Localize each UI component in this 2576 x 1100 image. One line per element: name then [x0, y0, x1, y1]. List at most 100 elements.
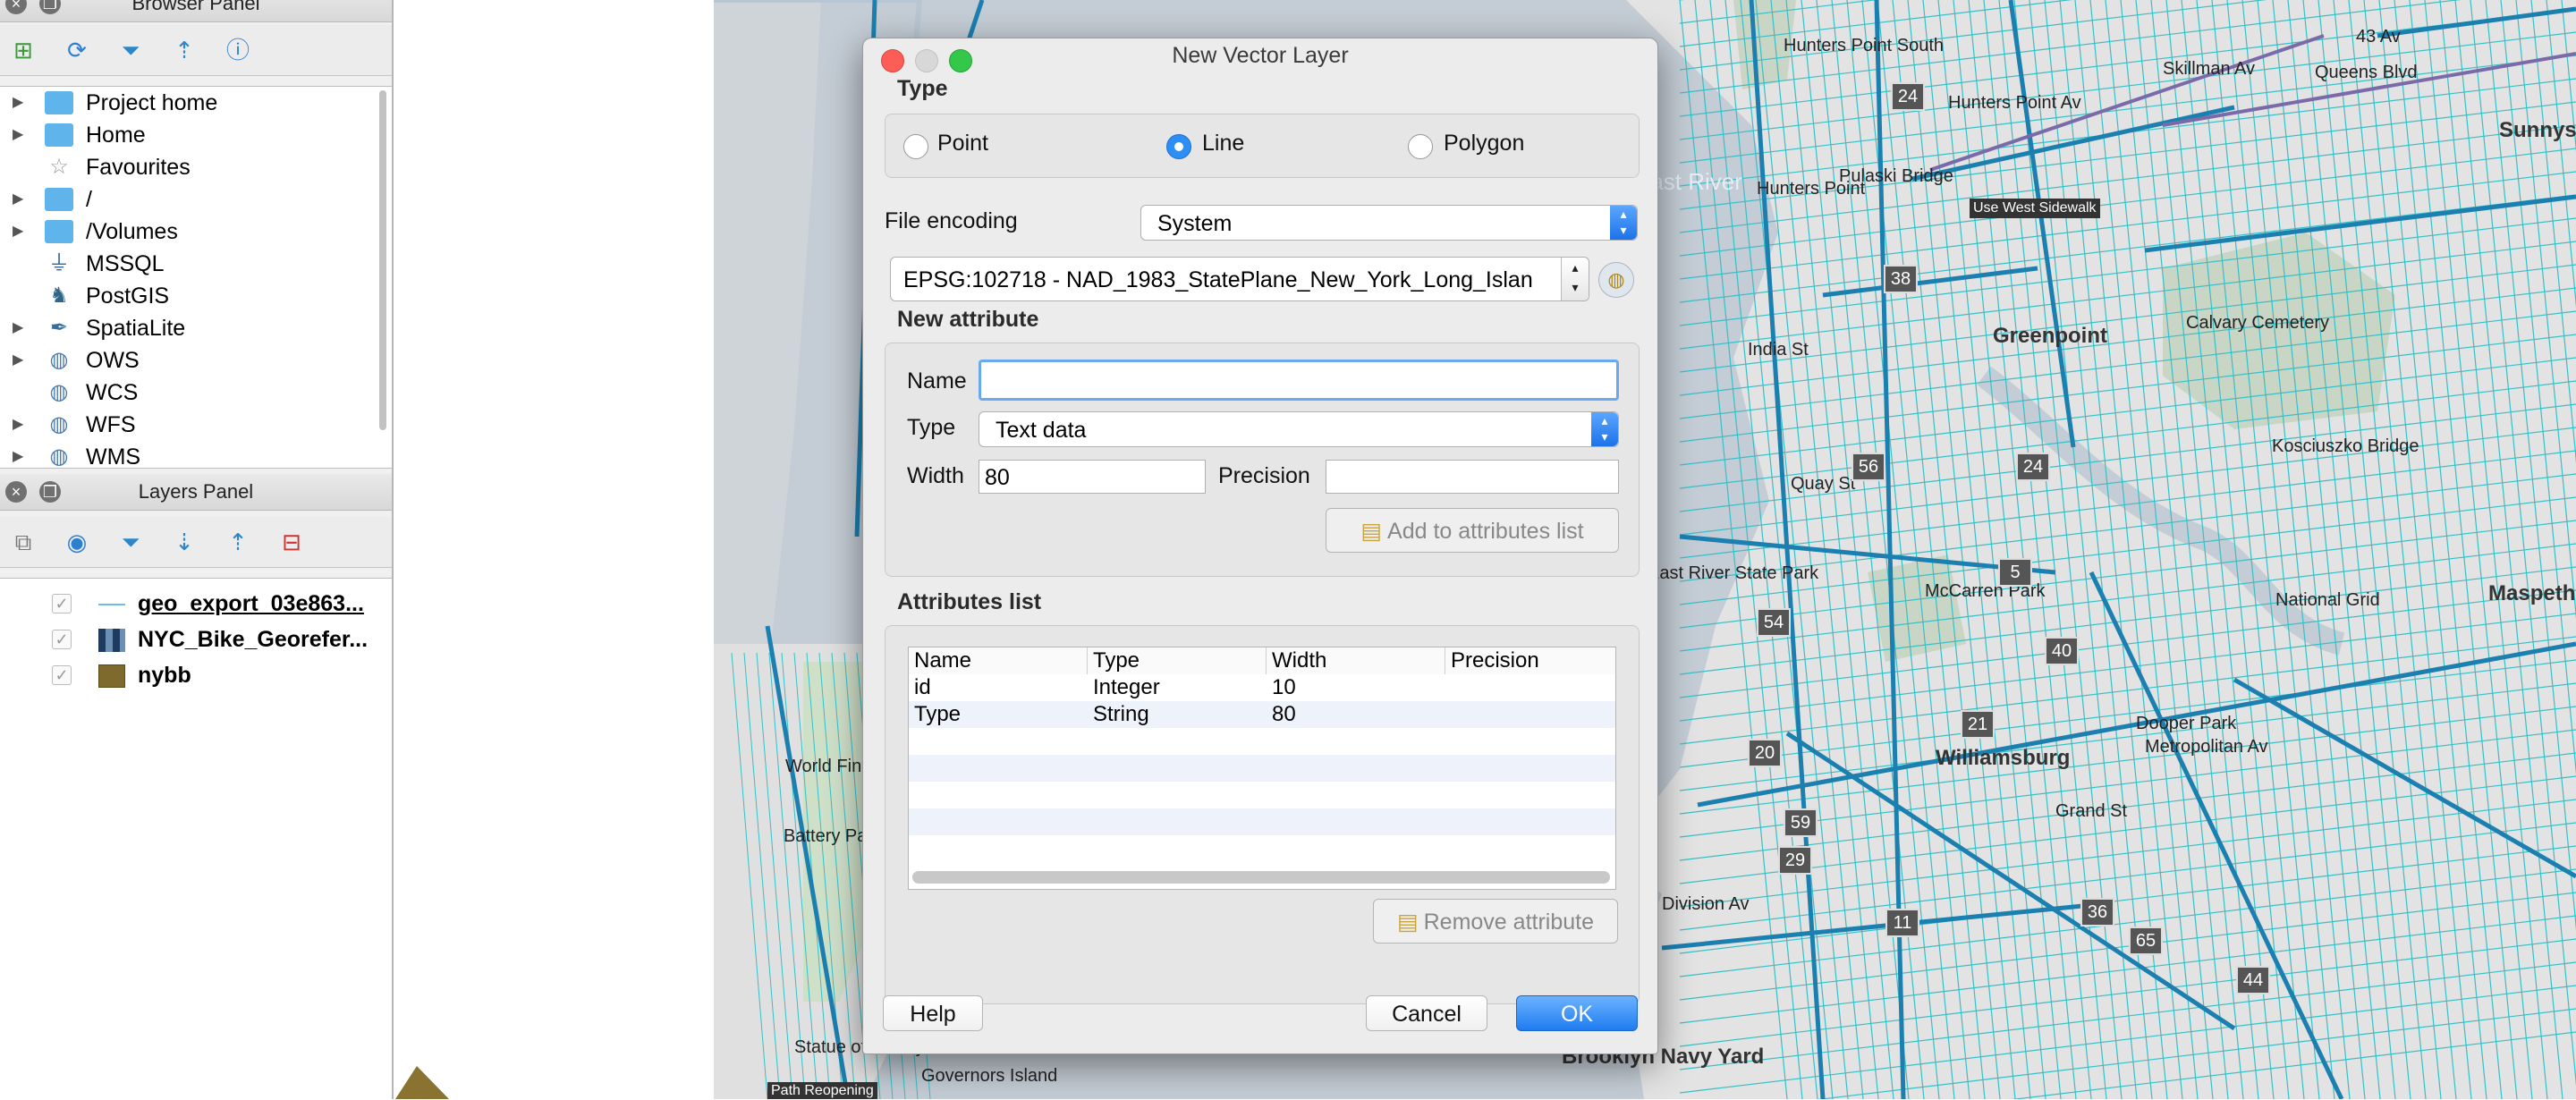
expand-arrow-icon[interactable]: ▶ [13, 119, 23, 151]
table-row[interactable]: id Integer 10 [909, 674, 1615, 701]
layer-visibility-checkbox[interactable]: ✓ [52, 630, 72, 649]
attribute-type-select[interactable]: Text data ▴ ▾ [979, 411, 1619, 447]
new-vector-layer-dialog: New Vector Layer Type Point Line Polygon… [862, 38, 1658, 1054]
chevron-updown-icon: ▴ ▾ [1610, 206, 1637, 240]
chevron-updown-icon: ▴ ▾ [1561, 258, 1589, 300]
filter-icon[interactable]: ⏷ [116, 36, 145, 64]
dialog-title-bar[interactable]: New Vector Layer [863, 38, 1657, 72]
expand-arrow-icon[interactable]: ▶ [13, 183, 23, 216]
zoom-window-button[interactable] [949, 49, 972, 72]
file-encoding-select[interactable]: System ▴ ▾ [1140, 205, 1638, 241]
expand-arrow-icon[interactable]: ▶ [13, 344, 23, 377]
minimize-window-button[interactable] [915, 49, 938, 72]
column-header-precision[interactable]: Precision [1445, 647, 1615, 674]
browser-item-mssql[interactable]: ⏚ MSSQL [0, 248, 376, 280]
expand-arrow-icon[interactable]: ▶ [13, 87, 23, 119]
spatialite-feather-icon: ✒ [49, 316, 69, 340]
map-label: Calvary Cemetery [2186, 313, 2330, 333]
point-radio[interactable] [903, 134, 928, 159]
empty-row [909, 755, 1615, 782]
expand-arrow-icon[interactable]: ▶ [13, 312, 23, 344]
expand-arrow-icon[interactable]: ▶ [13, 441, 23, 468]
refresh-icon[interactable]: ⟳ [63, 36, 91, 64]
polygon-radio-label[interactable]: Polygon [1444, 131, 1524, 157]
folder-icon [45, 188, 73, 211]
expand-arrow-icon[interactable]: ▶ [13, 216, 23, 248]
line-radio-label[interactable]: Line [1202, 131, 1244, 157]
browser-item-project-home[interactable]: ▶ Project home [0, 87, 376, 119]
layers-panel-title: Layers Panel [138, 480, 254, 503]
browser-tree: ▶ Project home ▶ Home ☆ Favourites ▶ / ▶… [0, 86, 392, 469]
empty-row [909, 808, 1615, 835]
map-label: Greenpoint [1993, 324, 2108, 348]
layer-row[interactable]: ✓ NYC_Bike_Georefer... [0, 622, 392, 657]
browser-item-wms[interactable]: ▶ ◍ WMS [0, 441, 376, 468]
filter-icon[interactable]: ⏷ [116, 528, 145, 556]
browser-item-wfs[interactable]: ▶ ◍ WFS [0, 409, 376, 441]
table-row[interactable]: Type String 80 [909, 701, 1615, 728]
attribute-precision-input[interactable] [1326, 460, 1619, 494]
route-badge: 59 [1784, 808, 1818, 837]
browser-item-ows[interactable]: ▶ ◍ OWS [0, 344, 376, 377]
add-group-icon[interactable]: ⧉ [9, 528, 38, 556]
browser-panel-title-bar: × ❐ Browser Panel [0, 0, 392, 22]
layer-visibility-checkbox[interactable]: ✓ [52, 594, 72, 613]
chevron-updown-icon: ▴ ▾ [1591, 412, 1618, 446]
column-header-name[interactable]: Name [909, 647, 1088, 674]
add-selected-layer-icon[interactable]: ⊞ [9, 36, 38, 64]
column-header-type[interactable]: Type [1088, 647, 1267, 674]
layer-row[interactable]: ✓ geo_export_03e863... [0, 586, 392, 622]
horizontal-scrollbar[interactable] [912, 871, 1610, 884]
browser-item-volumes[interactable]: ▶ /Volumes [0, 216, 376, 248]
float-panel-icon[interactable]: ❐ [39, 481, 61, 503]
map-label: Dooper Park [2136, 714, 2237, 733]
layer-visibility-checkbox[interactable]: ✓ [52, 665, 72, 685]
browser-item-root[interactable]: ▶ / [0, 183, 376, 216]
raster-symbol-icon [98, 629, 125, 652]
collapse-all-icon[interactable]: ⇡ [170, 36, 199, 64]
ok-button[interactable]: OK [1516, 995, 1638, 1031]
add-attribute-icon: ▤ [1360, 519, 1383, 544]
expand-all-icon[interactable]: ⇣ [170, 528, 199, 556]
close-panel-icon[interactable]: × [5, 481, 27, 503]
attributes-table[interactable]: Name Type Width Precision id Integer 10 … [908, 647, 1616, 890]
point-radio-label[interactable]: Point [937, 131, 988, 157]
map-label: Hunters Point Av [1948, 93, 2081, 113]
route-badge: 21 [1961, 710, 1995, 739]
select-crs-globe-icon[interactable]: ◍ [1598, 262, 1634, 298]
browser-item-wcs[interactable]: ◍ WCS [0, 377, 376, 409]
column-header-width[interactable]: Width [1267, 647, 1445, 674]
route-badge: 11 [1885, 909, 1919, 937]
float-panel-icon[interactable]: ❐ [39, 0, 61, 14]
browser-item-favourites[interactable]: ☆ Favourites [0, 151, 376, 183]
line-radio[interactable] [1166, 134, 1191, 159]
visibility-eye-icon[interactable]: ◉ [63, 528, 91, 556]
map-canvas-blank-area[interactable] [394, 0, 714, 1099]
file-encoding-label: File encoding [885, 208, 1018, 233]
add-to-attributes-list-button[interactable]: ▤ Add to attributes list [1326, 508, 1619, 553]
attribute-name-input[interactable] [979, 360, 1619, 401]
route-badge: 5 [1998, 558, 2032, 587]
attribute-width-input[interactable]: 80 [979, 460, 1206, 494]
close-window-button[interactable] [881, 49, 904, 72]
cancel-button[interactable]: Cancel [1366, 995, 1487, 1031]
remove-layer-icon[interactable]: ⊟ [277, 528, 306, 556]
crs-select[interactable]: EPSG:102718 - NAD_1983_StatePlane_New_Yo… [890, 257, 1589, 301]
polygon-radio[interactable] [1408, 134, 1433, 159]
collapse-all-icon[interactable]: ⇡ [224, 528, 252, 556]
browser-item-spatialite[interactable]: ▶ ✒ SpatiaLite [0, 312, 376, 344]
attributes-list-group-label: Attributes list [897, 589, 1042, 614]
layer-row[interactable]: ✓ nybb [0, 657, 392, 693]
close-panel-icon[interactable]: × [5, 0, 27, 14]
map-label: National Grid [2275, 590, 2380, 610]
empty-row [909, 782, 1615, 808]
remove-attribute-button[interactable]: ▤ Remove attribute [1373, 899, 1618, 943]
expand-arrow-icon[interactable]: ▶ [13, 409, 23, 441]
browser-scrollbar[interactable] [379, 90, 386, 430]
left-dock: × ❐ Browser Panel ⊞ ⟳ ⏷ ⇡ ⓘ ▶ Project ho… [0, 0, 394, 1100]
info-icon[interactable]: ⓘ [224, 36, 252, 64]
browser-item-postgis[interactable]: ♞ PostGIS [0, 280, 376, 312]
empty-row [909, 728, 1615, 755]
browser-item-home[interactable]: ▶ Home [0, 119, 376, 151]
help-button[interactable]: Help [883, 995, 983, 1031]
